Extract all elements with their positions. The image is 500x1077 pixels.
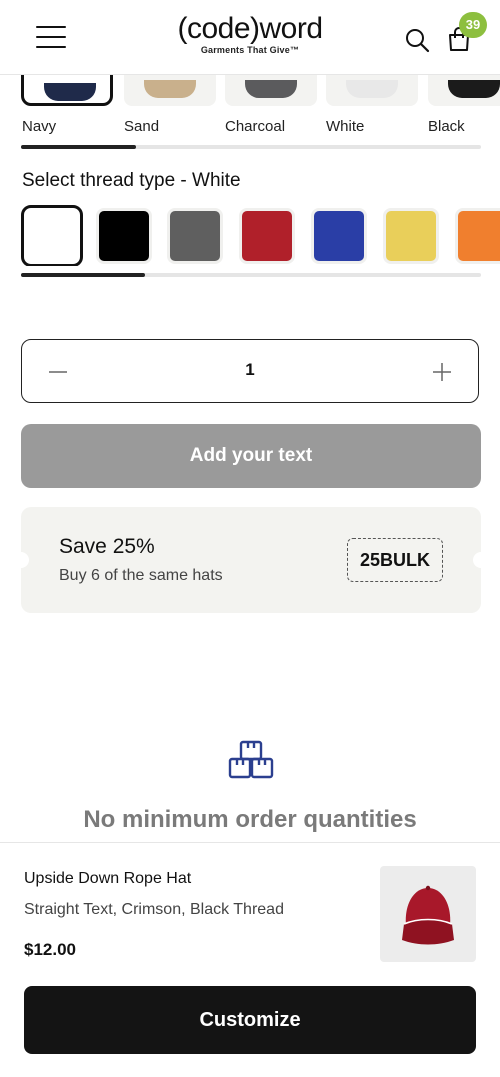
hat-color-labels: Navy Sand Charcoal White Black [0,118,500,138]
hat-color-label[interactable]: Navy [22,118,56,135]
hat-color-option-sand[interactable] [124,74,216,106]
hat-color-label[interactable]: Black [428,118,465,135]
thread-swatch-grey[interactable] [167,208,223,264]
thread-color-carousel[interactable] [0,204,500,266]
red-hat-image [402,885,454,945]
coupon-code[interactable]: 25BULK [347,538,443,582]
coupon-title: Save 25% [59,535,155,558]
thread-scroll-track[interactable] [21,273,481,277]
minus-icon[interactable] [46,360,70,384]
thread-scroll-thumb[interactable] [21,273,146,277]
thread-type-heading: Select thread type - White [22,170,241,191]
bulk-discount-coupon: Save 25% Buy 6 of the same hats 25BULK [13,507,489,613]
quantity-stepper: 1 [21,339,479,403]
site-header: (code)word Garments That Give™ 39 [0,0,500,75]
product-thumbnail [380,866,476,962]
brand-logo[interactable]: (code)word Garments That Give™ [150,12,350,55]
thread-swatch-black[interactable] [96,208,152,264]
hat-color-preview [448,80,500,98]
thread-swatch-blue[interactable] [311,208,367,264]
search-icon[interactable] [404,27,430,53]
quantity-value[interactable]: 1 [172,360,328,380]
thread-swatch-yellow[interactable] [383,208,439,264]
hat-color-option-charcoal[interactable] [225,74,317,106]
hat-color-option-navy[interactable] [21,74,113,106]
brand-name: (code)word [177,12,323,45]
boxes-icon [228,740,274,779]
product-variant: Straight Text, Crimson, Black Thread [24,901,284,918]
no-minimum-order-text: No minimum order quantities [83,806,417,833]
product-name: Upside Down Rope Hat [24,870,192,887]
coupon-subtitle: Buy 6 of the same hats [59,567,223,584]
cart-count-badge[interactable]: 39 [459,12,487,38]
plus-icon[interactable] [430,360,454,384]
hat-color-scroll-track[interactable] [21,145,481,149]
coupon-notch-left [13,552,29,568]
hat-color-carousel[interactable] [0,74,500,112]
sticky-product-bar: Upside Down Rope Hat Straight Text, Crim… [0,842,500,1077]
thread-swatch-white[interactable] [21,205,83,266]
hat-color-preview [245,80,297,98]
hat-color-label[interactable]: Sand [124,118,159,135]
hat-color-preview [44,83,96,101]
hat-color-option-black[interactable] [428,74,500,106]
hat-color-option-white[interactable] [326,74,418,106]
customize-button[interactable]: Customize [24,986,476,1054]
hat-color-label[interactable]: Charcoal [225,118,285,135]
brand-tagline: Garments That Give™ [200,45,300,55]
product-customizer-page: (code)word Garments That Give™ 39 Navy Sa… [0,0,500,1077]
menu-icon[interactable] [36,26,66,48]
product-price: $12.00 [24,940,76,959]
thread-swatch-orange[interactable] [455,208,500,264]
thread-swatch-red[interactable] [239,208,295,264]
hat-color-scroll-thumb[interactable] [21,145,136,149]
add-your-text-button[interactable]: Add your text [21,424,481,488]
hat-color-preview [144,80,196,98]
hat-color-preview [346,80,398,98]
coupon-notch-right [473,552,489,568]
hat-color-label[interactable]: White [326,118,364,135]
